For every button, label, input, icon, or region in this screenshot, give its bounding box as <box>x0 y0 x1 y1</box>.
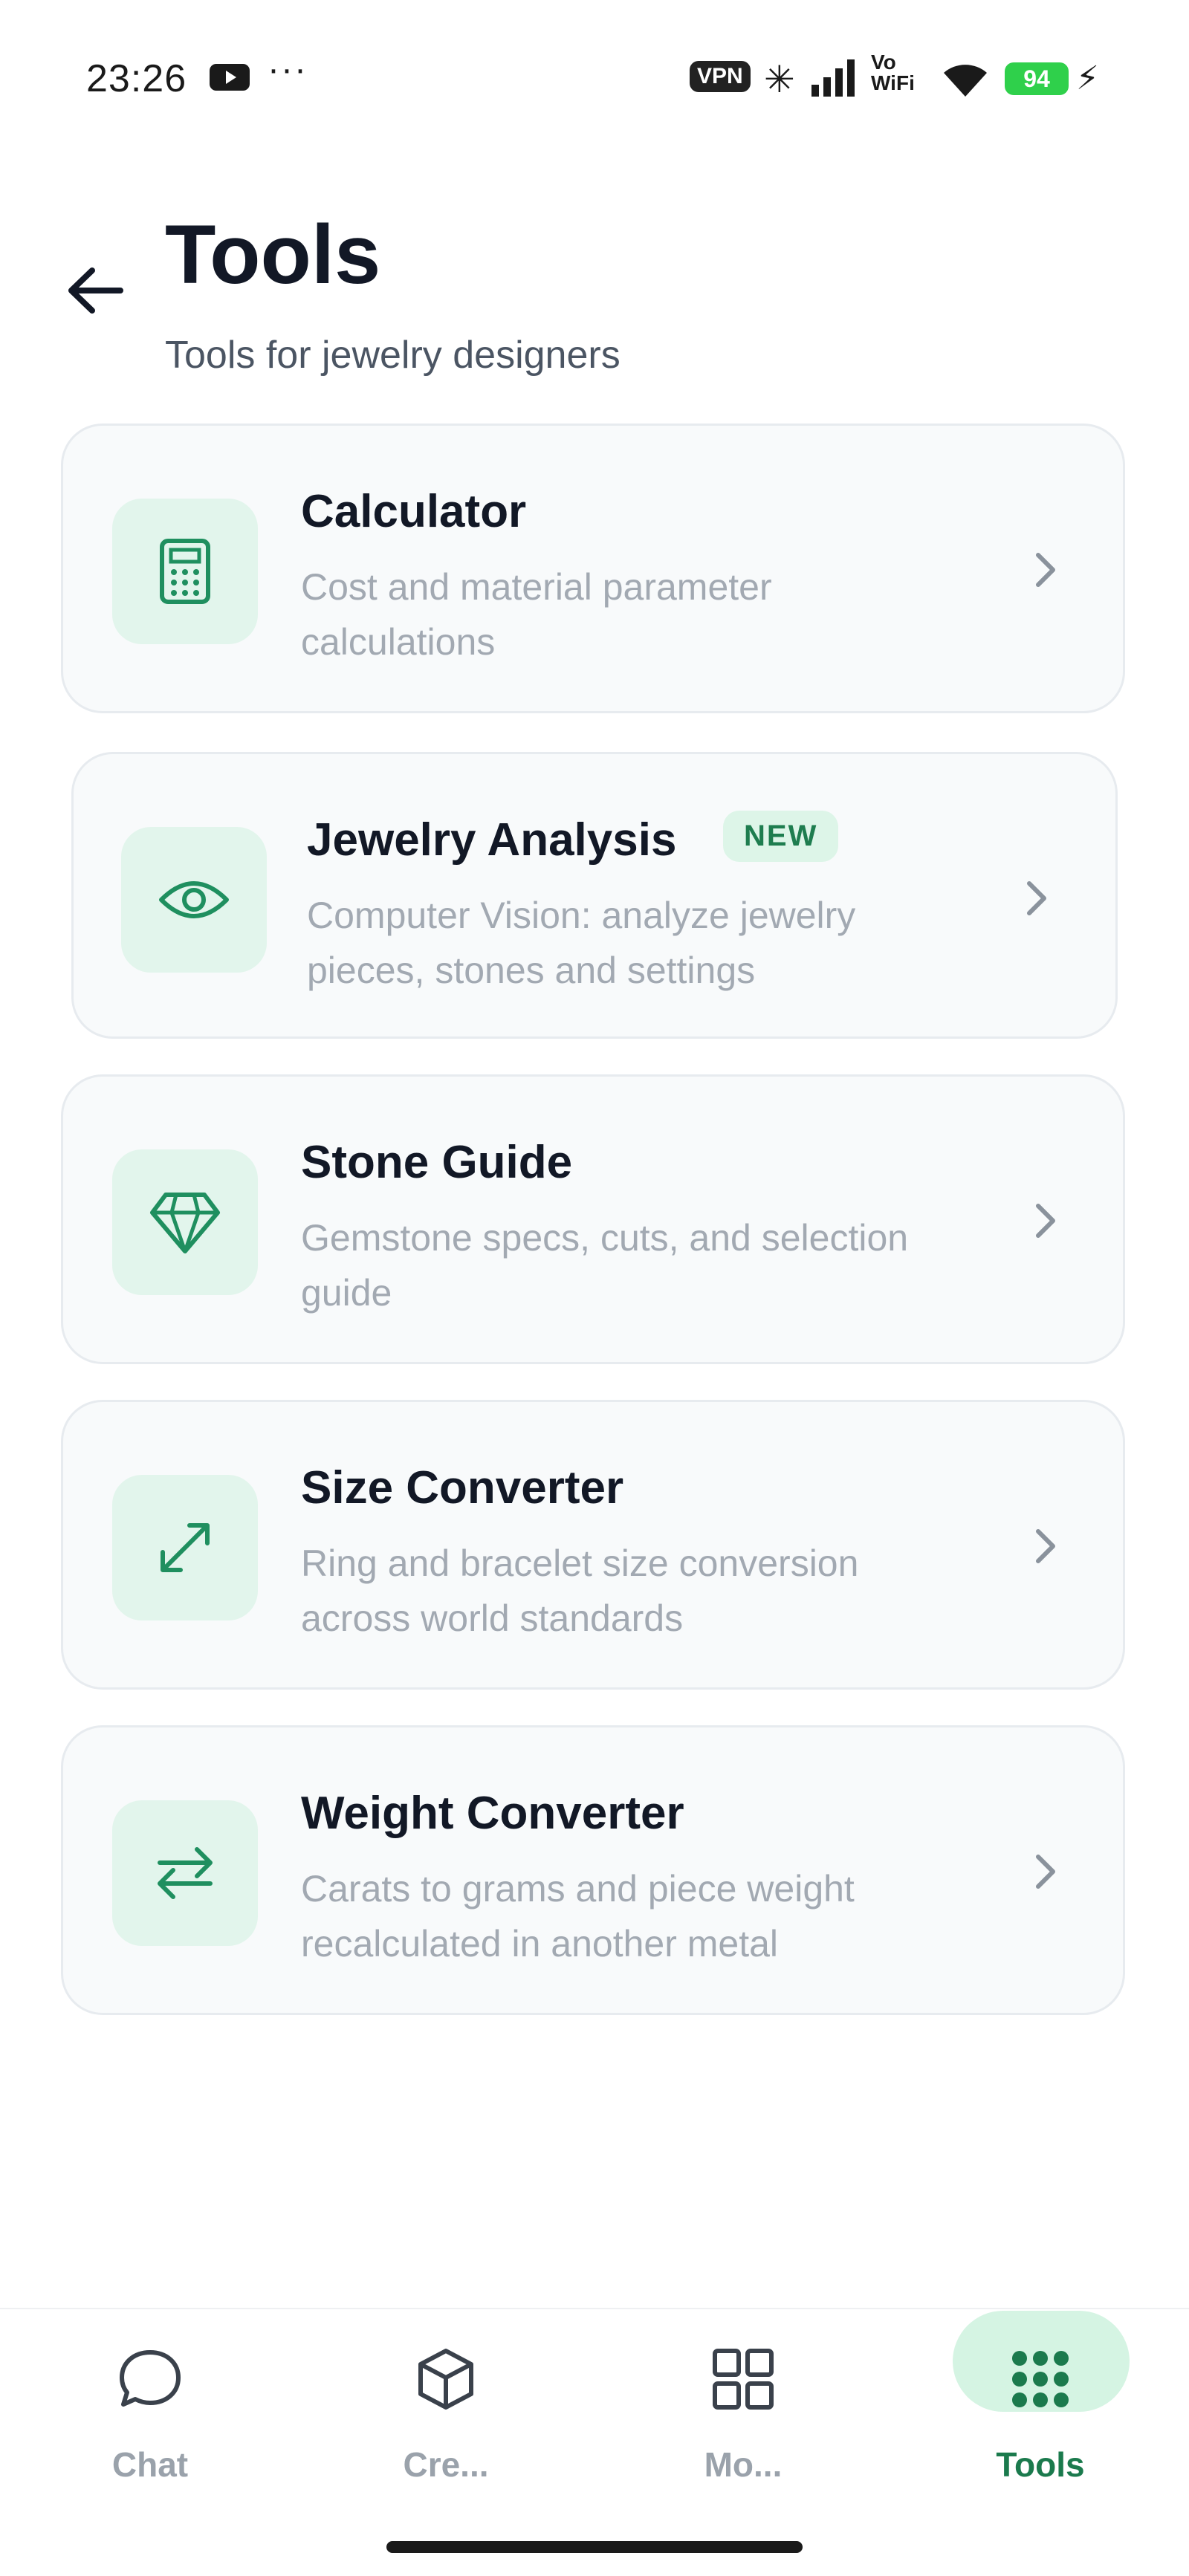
calculator-icon <box>160 539 210 604</box>
card-title: Jewelry Analysis <box>307 814 677 866</box>
nav-item-chat[interactable]: Chat <box>39 2324 262 2488</box>
tool-card-stone-guide[interactable]: Stone Guide Gemstone specs, cuts, and se… <box>61 1074 1125 1364</box>
tool-card-jewelry-analysis[interactable]: Jewelry Analysis NEW Computer Vision: an… <box>71 752 1118 1039</box>
tool-card-weight-converter[interactable]: Weight Converter Carats to grams and pie… <box>61 1725 1125 2015</box>
diamond-icon <box>150 1193 220 1253</box>
card-description: Carats to grams and piece weight recalcu… <box>301 1868 855 1965</box>
eye-icon <box>159 881 229 918</box>
back-button[interactable] <box>62 257 129 324</box>
tool-card-size-converter[interactable]: Size Converter Ring and bracelet size co… <box>61 1400 1125 1690</box>
card-title: Stone Guide <box>301 1137 573 1188</box>
card-description: Computer Vision: analyze jewelry pieces,… <box>307 895 856 991</box>
more-notifications-icon: ··· <box>268 50 308 89</box>
card-icon-container <box>112 499 258 644</box>
swap-arrows-icon <box>158 1847 213 1899</box>
status-bar: 23:26 ··· VPN ✳ Vo WiFi 94 ⚡ <box>0 0 1189 149</box>
charging-icon: ⚡ <box>1076 59 1099 97</box>
new-badge: NEW <box>723 811 839 862</box>
card-icon-container <box>112 1475 258 1620</box>
youtube-icon <box>210 64 250 91</box>
resize-arrows-icon <box>161 1523 210 1572</box>
vpn-icon: VPN <box>690 61 751 92</box>
nav-label: Chat <box>111 2445 189 2484</box>
dots-grid-icon <box>1012 2351 1069 2407</box>
chevron-right-icon <box>1036 553 1055 587</box>
nav-label: Tools <box>996 2445 1085 2484</box>
nav-label: Cre... <box>403 2445 489 2484</box>
nav-item-more[interactable]: Mo... <box>632 2324 855 2488</box>
card-description: Cost and material parameter calculations <box>301 566 772 663</box>
chevron-right-icon <box>1036 1529 1055 1563</box>
card-icon-container <box>112 1800 258 1946</box>
page-subtitle: Tools for jewelry designers <box>165 334 621 377</box>
card-icon-container <box>121 827 267 973</box>
home-indicator[interactable] <box>386 2541 803 2553</box>
card-description: Ring and bracelet size conversion across… <box>301 1542 859 1639</box>
bluetooth-icon: ✳ <box>764 58 795 101</box>
card-title: Calculator <box>301 486 527 537</box>
card-description: Gemstone specs, cuts, and selection guid… <box>301 1217 909 1314</box>
nav-item-create[interactable]: Cre... <box>334 2324 557 2488</box>
nav-label: Mo... <box>704 2445 783 2484</box>
chevron-right-icon <box>1027 881 1046 915</box>
signal-icon <box>811 59 855 97</box>
card-title: Weight Converter <box>301 1788 684 1839</box>
card-title: Size Converter <box>301 1462 624 1514</box>
bottom-navigation: Chat Cre... Mo... Tools <box>0 2308 1189 2576</box>
cube-icon <box>418 2349 473 2410</box>
status-time: 23:26 <box>86 57 187 100</box>
volte-wifi-icon: Vo WiFi <box>871 51 915 94</box>
nav-item-tools[interactable]: Tools <box>929 2324 1152 2488</box>
tool-card-calculator[interactable]: Calculator Cost and material parameter c… <box>61 424 1125 713</box>
page-title: Tools <box>165 208 381 301</box>
chat-bubble-icon <box>120 2350 181 2407</box>
battery-indicator: 94 <box>1005 62 1069 95</box>
chevron-right-icon <box>1036 1855 1055 1889</box>
grid-icon <box>713 2349 774 2410</box>
chevron-right-icon <box>1036 1204 1055 1238</box>
card-icon-container <box>112 1149 258 1295</box>
wifi-icon <box>944 65 987 97</box>
